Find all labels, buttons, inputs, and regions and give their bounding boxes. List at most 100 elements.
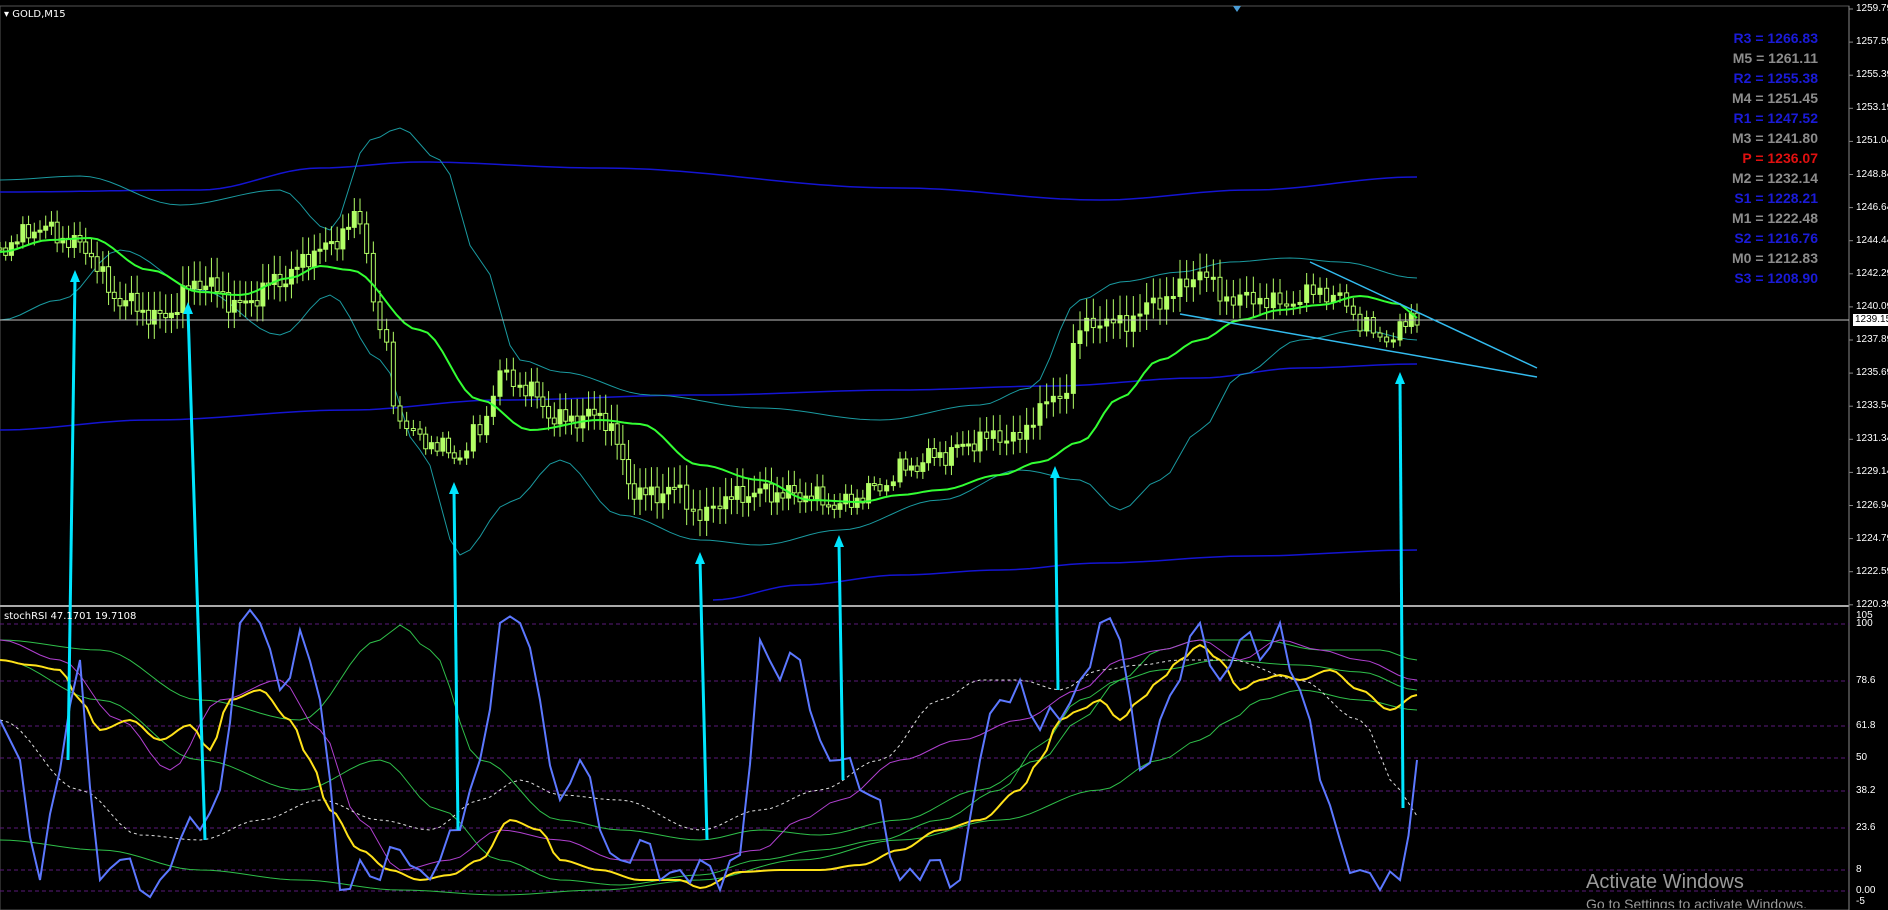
candle-body <box>71 234 77 248</box>
candle-body <box>1324 287 1330 303</box>
candle-body <box>306 253 312 268</box>
price-chart[interactable] <box>0 0 1888 910</box>
price-axis-label: 1244.44 <box>1856 234 1888 246</box>
candle-body <box>751 492 757 498</box>
chevron-down-icon[interactable]: ▾ <box>4 9 9 20</box>
candle-body <box>423 433 429 450</box>
pivot-level: M2 = 1232.14 <box>1731 170 1818 186</box>
candle-body <box>294 266 300 270</box>
candle-body <box>323 242 329 250</box>
candle-body <box>484 415 490 436</box>
candle-body <box>351 211 357 228</box>
candle-body <box>0 247 3 251</box>
candle-body <box>357 211 363 225</box>
activate-windows-watermark: Activate Windows Go to Settings to activ… <box>1586 871 1807 908</box>
candle-body <box>504 369 510 373</box>
candle-body <box>1184 278 1190 288</box>
watermark-title: Activate Windows <box>1586 871 1744 893</box>
candle-body <box>83 241 89 254</box>
candle-body <box>746 496 752 503</box>
candle-body <box>1217 276 1223 302</box>
candle-body <box>134 292 140 312</box>
candle-body <box>370 252 376 303</box>
candle-body <box>568 415 574 422</box>
candle-body <box>364 223 370 254</box>
candle-body <box>540 396 546 407</box>
candle-body <box>826 504 832 508</box>
price-axis-label: 1231.34 <box>1856 433 1888 445</box>
oscillator-axis-label: -5 <box>1856 896 1865 907</box>
oscillator-axis-label: 100 <box>1856 618 1873 629</box>
candle-body <box>597 412 603 416</box>
pivot-level: R2 = 1255.38 <box>1733 70 1818 86</box>
pivot-levels-panel: R3 = 1266.83 M5 = 1261.11 R2 = 1255.38 M4 =… <box>1732 28 1818 288</box>
price-axis-label: 1255.39 <box>1856 69 1888 81</box>
candle-body <box>966 443 972 447</box>
candle-body <box>334 241 340 250</box>
candle-body <box>317 248 323 252</box>
candle-body <box>517 384 523 388</box>
candle-body <box>1210 276 1216 280</box>
candle-body <box>1257 297 1263 305</box>
candle-body <box>477 424 483 436</box>
candle-body <box>631 483 637 500</box>
candle-body <box>1414 312 1420 326</box>
candle-body <box>1397 321 1403 341</box>
candle-body <box>1144 302 1150 315</box>
candle-body <box>1017 431 1023 440</box>
candle-body <box>971 443 977 452</box>
candle-body <box>890 481 896 487</box>
candle-body <box>1304 284 1310 303</box>
envelope-line <box>712 549 1418 601</box>
candle-body <box>586 408 592 417</box>
candle-body <box>1230 296 1236 306</box>
candle-body <box>734 485 740 500</box>
candle-body <box>1070 342 1076 394</box>
candle-body <box>948 447 954 466</box>
candle-body <box>1064 392 1070 399</box>
oscillator-dotted-line <box>0 659 1418 841</box>
arrow-up-icon <box>70 270 80 282</box>
candle-body <box>311 250 317 268</box>
oscillator-band <box>0 659 1418 886</box>
candle-body <box>111 291 117 299</box>
candle-body <box>937 452 943 458</box>
candle-body <box>660 493 666 504</box>
candle-body <box>231 299 237 313</box>
price-axis-label: 1240.09 <box>1856 300 1888 312</box>
candle-body <box>20 224 26 243</box>
stoch-rsi-main-line <box>0 608 1418 899</box>
candle-body <box>203 285 209 290</box>
candle-body <box>931 448 937 458</box>
pivot-level: M0 = 1212.83 <box>1731 250 1818 266</box>
candle-body <box>717 505 723 510</box>
candle-body <box>1150 297 1156 304</box>
candle-body <box>1290 303 1296 307</box>
candle-body <box>831 504 837 510</box>
candle-body <box>984 431 990 439</box>
trendline-upper[interactable] <box>1309 261 1538 369</box>
divergence-arrow-shaft <box>698 559 709 841</box>
candle-body <box>920 462 926 472</box>
candle-body <box>440 437 446 452</box>
candle-body <box>470 424 476 452</box>
candle-body <box>384 329 390 343</box>
oscillator-axis-label: 78.6 <box>1856 675 1876 686</box>
candle-body <box>457 457 463 461</box>
price-axis-label: 1257.59 <box>1856 36 1888 48</box>
candle-body <box>1297 301 1303 305</box>
candle-body <box>37 229 43 233</box>
candle-body <box>757 488 763 494</box>
scroll-marker-icon[interactable] <box>1233 6 1241 12</box>
candle-body <box>26 224 32 239</box>
candle-body <box>1010 431 1016 442</box>
candle-body <box>591 408 597 416</box>
candle-body <box>551 417 557 425</box>
price-axis-label: 1248.84 <box>1856 168 1888 180</box>
candle-body <box>404 420 410 430</box>
candle-body <box>1350 305 1356 315</box>
candle-body <box>740 485 746 503</box>
symbol-label[interactable]: ▾ GOLD,M15 <box>4 9 66 20</box>
candle-body <box>237 299 243 303</box>
candle-body <box>1097 325 1103 329</box>
